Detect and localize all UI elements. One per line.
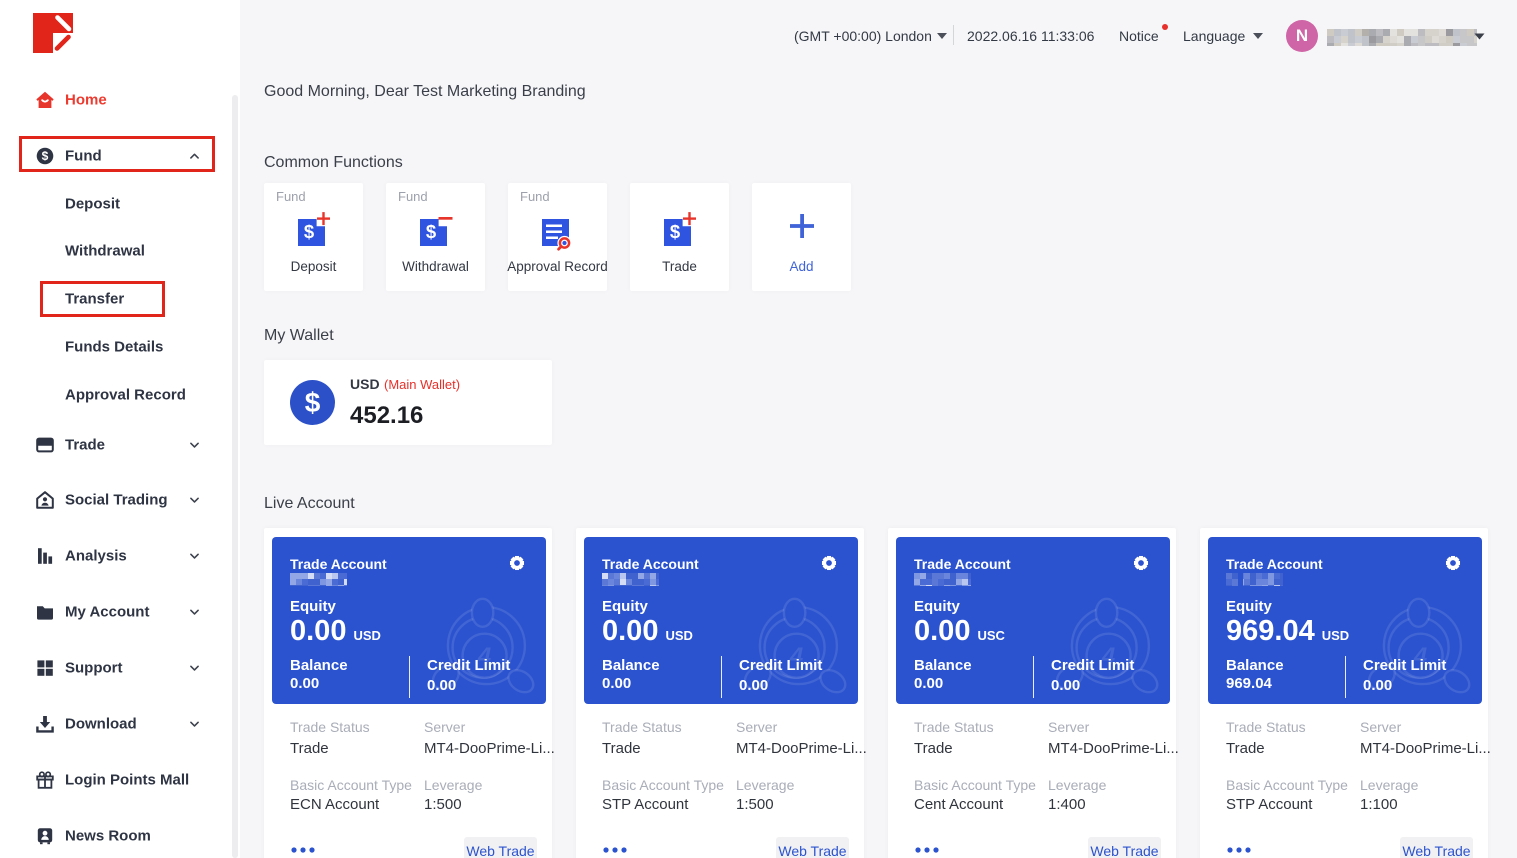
svg-text:$: $ bbox=[305, 387, 321, 418]
svg-text:$: $ bbox=[303, 221, 314, 242]
svg-text:$: $ bbox=[669, 221, 680, 242]
svg-text:$: $ bbox=[425, 221, 436, 242]
